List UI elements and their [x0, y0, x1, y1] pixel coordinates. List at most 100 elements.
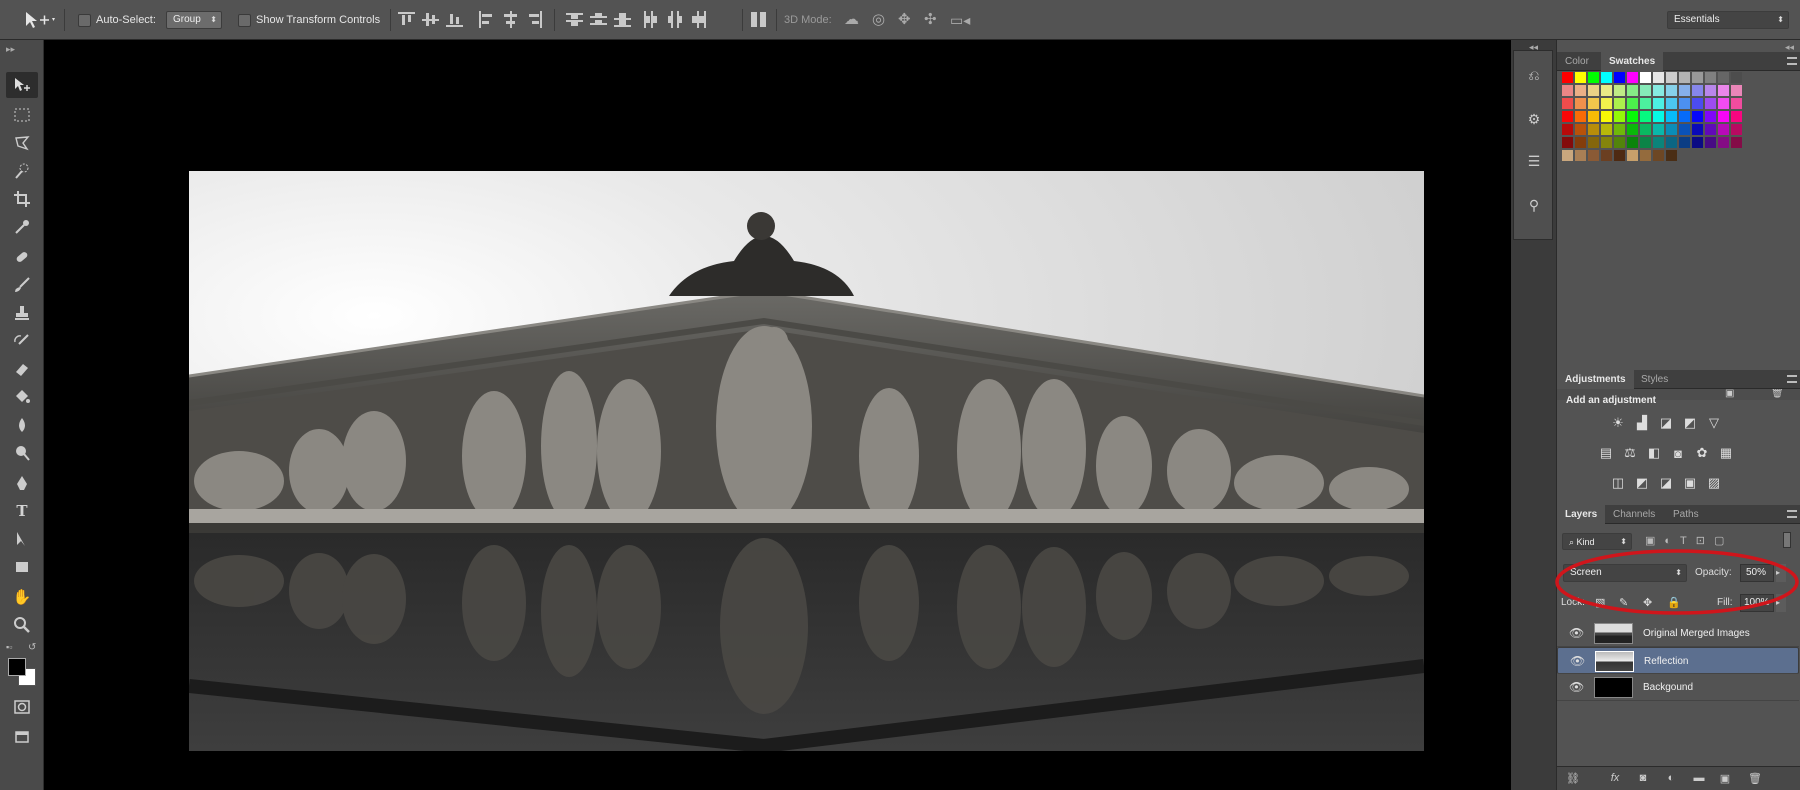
- color-swatch[interactable]: [1614, 98, 1625, 109]
- auto-select-checkbox[interactable]: [78, 11, 91, 29]
- color-swatch[interactable]: [1731, 111, 1742, 122]
- type-tool-icon[interactable]: T: [6, 498, 38, 524]
- color-swatch[interactable]: [1601, 72, 1612, 83]
- new-layer-icon[interactable]: ▣: [1717, 772, 1733, 786]
- new-group-icon[interactable]: ▬: [1691, 772, 1707, 786]
- color-swatch[interactable]: [1627, 137, 1638, 148]
- color-swatch[interactable]: [1718, 124, 1729, 135]
- visibility-eye-icon[interactable]: 👁: [1569, 620, 1585, 647]
- paint-bucket-tool-icon[interactable]: [6, 384, 38, 410]
- color-swatch[interactable]: [1627, 72, 1638, 83]
- align-top-icon[interactable]: [398, 11, 415, 28]
- color-swatch[interactable]: [1627, 150, 1638, 161]
- color-swatch[interactable]: [1627, 111, 1638, 122]
- align-vcenter-icon[interactable]: [422, 11, 439, 28]
- color-swatch[interactable]: [1575, 137, 1586, 148]
- color-swatch[interactable]: [1614, 137, 1625, 148]
- color-swatch[interactable]: [1640, 111, 1651, 122]
- color-swatch[interactable]: [1588, 111, 1599, 122]
- vibrance-icon[interactable]: ▽: [1705, 415, 1723, 431]
- hue-saturation-icon[interactable]: ▤: [1597, 445, 1615, 461]
- color-swatch[interactable]: [1653, 124, 1664, 135]
- filter-toggle-switch[interactable]: [1783, 532, 1791, 548]
- color-swatch[interactable]: [1601, 98, 1612, 109]
- color-swatch[interactable]: [1562, 137, 1573, 148]
- color-swatch[interactable]: [1666, 137, 1677, 148]
- color-swatch[interactable]: [1601, 111, 1612, 122]
- color-swatch[interactable]: [1614, 85, 1625, 96]
- color-swatch[interactable]: [1601, 150, 1612, 161]
- exposure-icon[interactable]: ◩: [1681, 415, 1699, 431]
- color-swatch[interactable]: [1718, 137, 1729, 148]
- color-swatch[interactable]: [1666, 150, 1677, 161]
- color-swatch[interactable]: [1692, 85, 1703, 96]
- foreground-color-swatch[interactable]: [8, 658, 26, 676]
- eyedropper-tool-icon[interactable]: [6, 214, 38, 240]
- color-swatch[interactable]: [1575, 72, 1586, 83]
- blur-tool-icon[interactable]: [6, 412, 38, 438]
- color-swatch[interactable]: [1692, 111, 1703, 122]
- pen-tool-icon[interactable]: [6, 470, 38, 496]
- color-lookup-icon[interactable]: ▦: [1717, 445, 1735, 461]
- color-swatch[interactable]: [1705, 137, 1716, 148]
- color-swatch[interactable]: [1731, 124, 1742, 135]
- healing-brush-tool-icon[interactable]: [6, 244, 38, 270]
- photo-filter-icon[interactable]: ◙: [1669, 445, 1687, 461]
- color-swatch[interactable]: [1718, 72, 1729, 83]
- color-swatch[interactable]: [1627, 85, 1638, 96]
- show-transform-checkbox[interactable]: [238, 11, 251, 29]
- 3d-roll-icon[interactable]: ◎: [872, 11, 885, 29]
- crop-tool-icon[interactable]: [6, 186, 38, 212]
- hand-tool-icon[interactable]: ✋: [6, 584, 38, 610]
- 3d-slide-icon[interactable]: ✣: [924, 11, 937, 29]
- channel-mixer-icon[interactable]: ✿: [1693, 445, 1711, 461]
- color-swatch[interactable]: [1640, 124, 1651, 135]
- color-swatch[interactable]: [1588, 124, 1599, 135]
- visibility-eye-icon[interactable]: 👁: [1570, 648, 1586, 675]
- color-swatch[interactable]: [1666, 72, 1677, 83]
- color-swatch[interactable]: [1705, 85, 1716, 96]
- color-swatch[interactable]: [1718, 111, 1729, 122]
- distribute-left-icon[interactable]: [642, 11, 659, 28]
- lasso-tool-icon[interactable]: [6, 130, 38, 156]
- panel-menu-icon[interactable]: [1787, 57, 1797, 65]
- color-swatch[interactable]: [1692, 137, 1703, 148]
- invert-icon[interactable]: ◫: [1609, 475, 1627, 491]
- color-swatch[interactable]: [1731, 85, 1742, 96]
- color-swatch[interactable]: [1692, 72, 1703, 83]
- history-brush-tool-icon[interactable]: [6, 328, 38, 354]
- delete-swatch-icon[interactable]: 🗑: [1771, 388, 1784, 399]
- actions-panel-icon[interactable]: ☰: [1524, 153, 1544, 175]
- color-swatch[interactable]: [1640, 150, 1651, 161]
- color-swatch[interactable]: [1562, 85, 1573, 96]
- color-swatch[interactable]: [1666, 111, 1677, 122]
- distribute-top-icon[interactable]: [566, 11, 583, 28]
- color-swatch[interactable]: [1640, 72, 1651, 83]
- align-hcenter-icon[interactable]: [502, 11, 519, 28]
- color-swatch[interactable]: [1718, 98, 1729, 109]
- color-swatch[interactable]: [1692, 98, 1703, 109]
- layer-row[interactable]: 👁 Backgound: [1557, 674, 1799, 701]
- black-white-icon[interactable]: ◧: [1645, 445, 1663, 461]
- 3d-rotate-icon[interactable]: ☁: [844, 11, 859, 29]
- color-swatch[interactable]: [1601, 85, 1612, 96]
- color-swatch[interactable]: [1705, 111, 1716, 122]
- color-swatch[interactable]: [1601, 124, 1612, 135]
- align-bottom-icon[interactable]: [446, 11, 463, 28]
- color-swatch[interactable]: [1653, 137, 1664, 148]
- layer-row[interactable]: 👁 Original Merged Images: [1557, 620, 1799, 647]
- align-right-icon[interactable]: [526, 11, 543, 28]
- color-swatch[interactable]: [1588, 150, 1599, 161]
- swap-colors-icon[interactable]: ↺: [28, 642, 36, 653]
- color-swatch[interactable]: [1666, 98, 1677, 109]
- tab-styles[interactable]: Styles: [1633, 370, 1676, 389]
- layer-filter-icons[interactable]: ▣◐T⊡▢: [1645, 534, 1733, 547]
- color-swatch[interactable]: [1614, 72, 1625, 83]
- color-swatch[interactable]: [1679, 72, 1690, 83]
- color-swatch[interactable]: [1562, 98, 1573, 109]
- visibility-eye-icon[interactable]: 👁: [1569, 674, 1585, 701]
- threshold-icon[interactable]: ◪: [1657, 475, 1675, 491]
- color-swatch[interactable]: [1614, 150, 1625, 161]
- align-left-icon[interactable]: [478, 11, 495, 28]
- color-swatch[interactable]: [1653, 111, 1664, 122]
